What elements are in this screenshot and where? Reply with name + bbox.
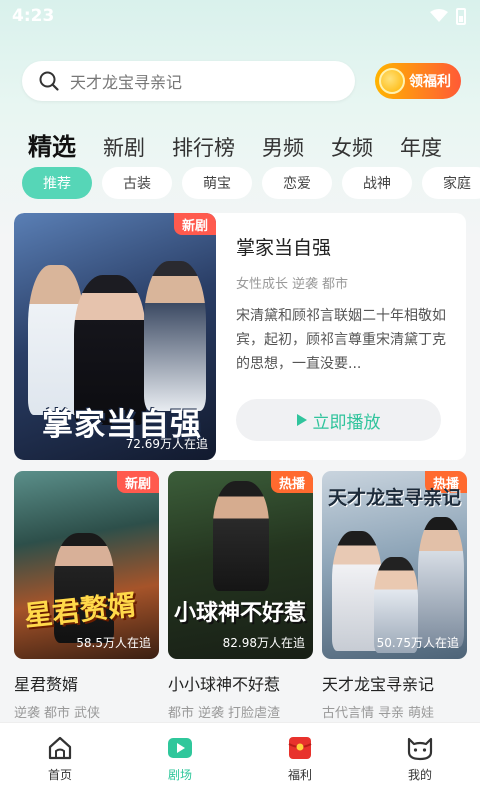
tag: 都市 bbox=[44, 706, 71, 721]
featured-description: 宋清黛和顾祁言联姻二十年相敬如宾，起初，顾祁言尊重宋清黛丁克的思想，一直没要..… bbox=[236, 308, 446, 372]
drama-tags: 古代言情 寻亲 萌娃 bbox=[322, 702, 467, 721]
drama-card[interactable]: 新剧 星君赘婿 58.5万人在追 星君赘婿 逆袭 都市 武侠 bbox=[14, 471, 159, 721]
poster-title-art: 小球神不好惹 bbox=[174, 600, 307, 626]
tab-rankings[interactable]: 排行榜 bbox=[172, 132, 235, 162]
tag: 萌娃 bbox=[408, 706, 435, 721]
tag: 女性成长 bbox=[236, 277, 289, 292]
poster-figure bbox=[418, 517, 464, 647]
featured-info: 掌家当自强 女性成长 逆袭 都市 宋清黛和顾祁言联姻二十年相敬如宾，起初，顾祁言… bbox=[236, 233, 451, 376]
tabbar-benefits[interactable]: 福利 bbox=[240, 723, 360, 788]
chip-family[interactable]: 家庭 bbox=[422, 167, 480, 199]
tabbar-benefits-label: 福利 bbox=[287, 768, 312, 782]
wifi-icon bbox=[430, 9, 448, 22]
drama-tags: 都市 逆袭 打脸虐渣 bbox=[168, 702, 313, 721]
claim-benefits-button[interactable]: 领福利 bbox=[375, 63, 461, 99]
tabbar-theater[interactable]: 剧场 bbox=[120, 723, 240, 788]
tag: 逆袭 bbox=[14, 706, 41, 721]
poster-views: 50.75万人在追 bbox=[376, 636, 459, 650]
drama-grid: 新剧 星君赘婿 58.5万人在追 星君赘婿 逆袭 都市 武侠 热播 小球神不好惹… bbox=[14, 471, 467, 721]
drama-poster[interactable]: 新剧 星君赘婿 58.5万人在追 bbox=[14, 471, 159, 659]
featured-poster[interactable]: 新剧 掌家当自强 72.69万人在追 bbox=[14, 213, 216, 460]
poster-figure bbox=[213, 481, 269, 591]
drama-title[interactable]: 星君赘婿 bbox=[14, 671, 159, 695]
tag: 都市 bbox=[322, 277, 349, 292]
status-time: 4:23 bbox=[12, 6, 55, 26]
tag: 都市 bbox=[168, 706, 195, 721]
poster-title-art: 星君赘婿 bbox=[22, 588, 138, 633]
drama-title[interactable]: 小小球神不好惹 bbox=[168, 671, 313, 695]
featured-drama-card[interactable]: 新剧 掌家当自强 72.69万人在追 掌家当自强 女性成长 逆袭 都市 宋清黛和… bbox=[14, 213, 466, 460]
gift-envelope-icon bbox=[285, 733, 315, 763]
tabbar-profile-label: 我的 bbox=[407, 768, 432, 782]
status-bar: 4:23 bbox=[0, 0, 480, 32]
coin-icon bbox=[379, 68, 405, 94]
bottom-tab-bar: 首页 剧场 福利 我的 bbox=[0, 722, 480, 788]
drama-poster[interactable]: 热播 小球神不好惹 82.98万人在追 bbox=[168, 471, 313, 659]
tabbar-theater-label: 剧场 bbox=[167, 768, 192, 782]
search-row: 天才龙宝寻亲记 领福利 bbox=[22, 60, 462, 102]
poster-views: 82.98万人在追 bbox=[222, 636, 305, 650]
tag: 打脸虐渣 bbox=[228, 706, 281, 721]
tab-male[interactable]: 男频 bbox=[262, 132, 304, 162]
chip-war-god[interactable]: 战神 bbox=[342, 167, 412, 199]
tabbar-home[interactable]: 首页 bbox=[0, 723, 120, 788]
play-now-label: 立即播放 bbox=[312, 412, 381, 433]
tab-annual[interactable]: 年度 bbox=[400, 132, 442, 162]
chip-romance[interactable]: 恋爱 bbox=[262, 167, 332, 199]
drama-poster[interactable]: 热播 天才龙宝寻亲记 50.75万人在追 bbox=[322, 471, 467, 659]
battery-icon bbox=[456, 7, 466, 25]
poster-badge: 热播 bbox=[270, 471, 313, 493]
claim-benefits-label: 领福利 bbox=[409, 74, 451, 90]
tabbar-profile[interactable]: 我的 bbox=[360, 723, 480, 788]
chip-recommended[interactable]: 推荐 bbox=[22, 167, 92, 199]
tab-featured[interactable]: 精选 bbox=[24, 125, 76, 162]
chip-costume[interactable]: 古装 bbox=[102, 167, 172, 199]
drama-card[interactable]: 热播 天才龙宝寻亲记 50.75万人在追 天才龙宝寻亲记 古代言情 寻亲 萌娃 bbox=[322, 471, 467, 721]
tabbar-home-label: 首页 bbox=[47, 768, 72, 782]
header-background bbox=[0, 0, 480, 240]
cat-profile-icon bbox=[405, 733, 435, 763]
tag: 寻亲 bbox=[378, 706, 405, 721]
drama-tags: 逆袭 都市 武侠 bbox=[14, 702, 159, 721]
category-tabs: 精选 新剧 排行榜 男频 女频 年度 bbox=[24, 122, 469, 162]
tag: 武侠 bbox=[74, 706, 101, 721]
featured-tags: 女性成长 逆袭 都市 bbox=[236, 273, 451, 292]
poster-title-art: 天才龙宝寻亲记 bbox=[328, 487, 462, 509]
search-placeholder: 天才龙宝寻亲记 bbox=[70, 73, 183, 92]
poster-figure bbox=[144, 261, 206, 411]
home-icon bbox=[45, 733, 75, 763]
play-icon bbox=[296, 414, 307, 426]
featured-title[interactable]: 掌家当自强 bbox=[236, 233, 451, 260]
tag: 古代言情 bbox=[322, 706, 375, 721]
drama-title[interactable]: 天才龙宝寻亲记 bbox=[322, 671, 467, 695]
tag: 逆袭 bbox=[292, 277, 319, 292]
poster-views: 72.69万人在追 bbox=[125, 437, 208, 451]
theater-icon bbox=[165, 733, 195, 763]
poster-views: 58.5万人在追 bbox=[76, 636, 151, 650]
status-icons bbox=[430, 7, 466, 25]
chip-cute-baby[interactable]: 萌宝 bbox=[182, 167, 252, 199]
play-now-button[interactable]: 立即播放 bbox=[236, 399, 441, 441]
poster-badge: 新剧 bbox=[116, 471, 159, 493]
genre-chips: 推荐 古装 萌宝 恋爱 战神 家庭 bbox=[22, 167, 480, 199]
tag: 逆袭 bbox=[198, 706, 225, 721]
drama-card[interactable]: 热播 小球神不好惹 82.98万人在追 小小球神不好惹 都市 逆袭 打脸虐渣 bbox=[168, 471, 313, 721]
search-icon bbox=[39, 71, 59, 91]
tab-new-dramas[interactable]: 新剧 bbox=[103, 132, 145, 162]
search-input[interactable]: 天才龙宝寻亲记 bbox=[22, 61, 355, 101]
tab-female[interactable]: 女频 bbox=[331, 132, 373, 162]
poster-badge: 新剧 bbox=[173, 213, 216, 235]
